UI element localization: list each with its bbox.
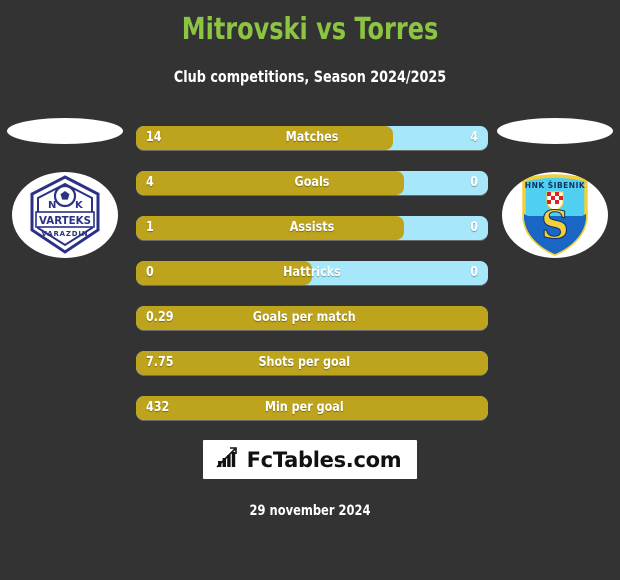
left-team-badge[interactable]: N K VARTEKS VARAZDIN <box>0 110 130 260</box>
stat-row-goals: 4 Goals 0 <box>136 171 488 195</box>
svg-text:VARAZDIN: VARAZDIN <box>42 230 89 238</box>
stat-right-value-assists: 0 <box>470 220 478 235</box>
svg-text:K: K <box>75 200 84 211</box>
footer: FcTables.com 29 november 2024 <box>0 440 620 519</box>
header: Mitrovski vs Torres Club competitions, S… <box>0 0 620 88</box>
bar-chart-arrow-icon <box>215 445 241 474</box>
stat-label-min-per-goal: Min per goal <box>264 400 344 415</box>
stat-row-goals-per-match: 0.29 Goals per match <box>136 306 488 330</box>
page-subtitle: Club competitions, Season 2024/2025 <box>173 67 447 86</box>
stat-row-hattricks: 0 Hattricks 0 <box>136 261 488 285</box>
stat-row-min-per-goal: 432 Min per goal <box>136 396 488 420</box>
svg-text:VARTEKS: VARTEKS <box>39 214 91 227</box>
svg-text:S: S <box>541 202 568 247</box>
stat-label-hattricks: Hattricks <box>283 265 341 280</box>
right-team-crest-icon: HNK ŠIBENIK S <box>502 172 608 258</box>
stat-label-goals-per-match: Goals per match <box>252 310 356 325</box>
stat-label-shots-per-goal: Shots per goal <box>258 355 351 370</box>
stat-left-value-assists: 1 <box>146 220 154 235</box>
stat-row-shots-per-goal: 7.75 Shots per goal <box>136 351 488 375</box>
stat-row-assists: 1 Assists 0 <box>136 216 488 240</box>
svg-text:N: N <box>48 200 56 211</box>
stat-right-value-goals: 0 <box>470 175 478 190</box>
fctables-brand-text: FcTables.com <box>246 447 402 472</box>
stat-right-value-hattricks: 0 <box>470 265 478 280</box>
left-badge-glow <box>7 118 123 144</box>
footer-date: 29 november 2024 <box>249 503 371 519</box>
comparison-section: N K VARTEKS VARAZDIN HNK ŠIBENIK S 14 Ma… <box>0 110 620 430</box>
stat-left-value-hattricks: 0 <box>146 265 154 280</box>
right-team-badge[interactable]: HNK ŠIBENIK S <box>490 110 620 260</box>
right-badge-glow <box>497 118 613 144</box>
svg-text:HNK ŠIBENIK: HNK ŠIBENIK <box>525 181 586 190</box>
stat-row-matches: 14 Matches 4 <box>136 126 488 150</box>
stat-label-assists: Assists <box>289 220 335 235</box>
fctables-brand-logo[interactable]: FcTables.com <box>202 440 418 479</box>
left-team-crest-icon: N K VARTEKS VARAZDIN <box>12 172 118 258</box>
stats-bar-list: 14 Matches 4 4 Goals 0 1 Assists 0 0 Hat… <box>136 126 488 441</box>
stat-right-value-matches: 4 <box>470 130 478 145</box>
page-title: Mitrovski vs Torres <box>181 12 439 47</box>
stat-label-goals: Goals <box>294 175 330 190</box>
stat-left-value-matches: 14 <box>146 130 162 145</box>
stat-left-value-goals: 4 <box>146 175 154 190</box>
stat-label-matches: Matches <box>285 130 339 145</box>
